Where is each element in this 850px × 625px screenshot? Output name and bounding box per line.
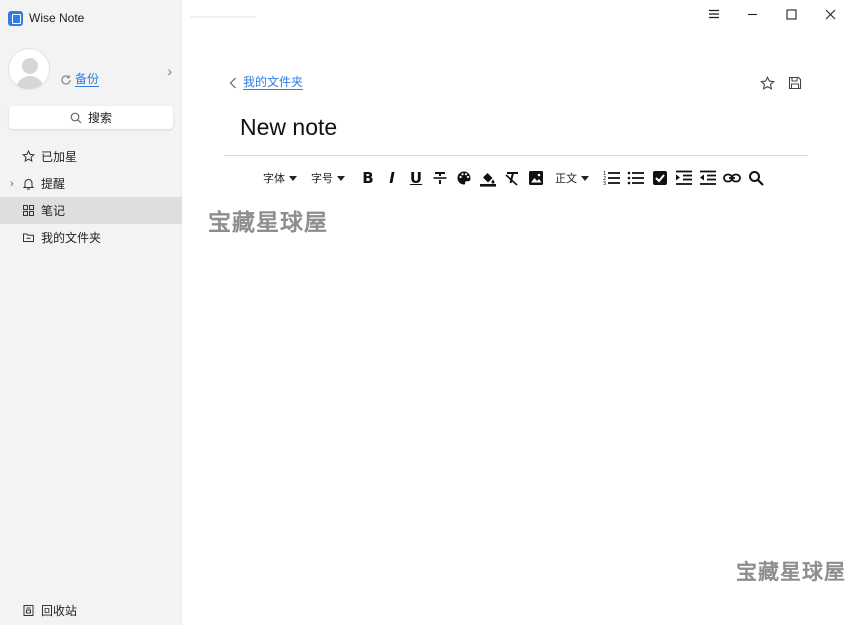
image-icon <box>529 171 543 185</box>
back-to-folders-link[interactable]: 我的文件夹 <box>229 75 304 90</box>
sidebar-nav: 已加星 › 提醒 笔记 我的文件夹 <box>0 143 182 251</box>
app-logo-icon <box>8 10 23 26</box>
sidebar-item-label: 已加星 <box>41 150 78 164</box>
maximize-icon <box>786 8 797 20</box>
bell-icon <box>22 177 35 190</box>
sidebar: Wise Note 备份 › 搜索 已加星 › 提醒 笔记 我的文件夹 回收站 <box>0 0 182 625</box>
star-icon <box>22 150 35 163</box>
underline-button[interactable]: U <box>407 169 425 187</box>
bold-button[interactable]: B <box>359 169 377 187</box>
minimize-button[interactable] <box>733 0 772 28</box>
svg-text:3: 3 <box>603 181 606 186</box>
sidebar-item-folders[interactable]: 我的文件夹 <box>0 224 182 251</box>
font-family-dropdown[interactable]: 字体 <box>263 170 297 186</box>
font-size-label: 字号 <box>311 173 333 185</box>
star-icon <box>759 75 775 90</box>
search-icon <box>749 171 764 186</box>
tab-strip <box>190 16 256 18</box>
backup-link[interactable]: 备份 <box>60 72 100 87</box>
sidebar-item-starred[interactable]: 已加星 <box>0 143 182 170</box>
checkbox-icon <box>653 171 667 185</box>
palette-icon <box>457 171 471 185</box>
trash-label: 回收站 <box>41 604 78 618</box>
title-divider <box>224 155 808 156</box>
dropdown-arrow-icon <box>581 175 589 181</box>
close-icon <box>825 9 836 19</box>
minimize-icon <box>748 13 757 15</box>
maximize-button[interactable] <box>772 0 811 28</box>
note-title-input[interactable] <box>240 114 800 141</box>
clear-format-icon <box>505 172 518 186</box>
text-color-button[interactable] <box>455 169 473 187</box>
search-label: 搜索 <box>87 111 112 125</box>
sidebar-item-label: 笔记 <box>41 204 66 218</box>
grid-icon <box>22 204 35 217</box>
trash-icon <box>22 604 35 617</box>
menu-button[interactable] <box>694 0 733 28</box>
note-actions <box>758 74 804 92</box>
find-button[interactable] <box>747 169 765 187</box>
indent-icon <box>676 170 692 185</box>
indent-button[interactable] <box>675 169 693 187</box>
avatar[interactable] <box>8 48 50 90</box>
outdent-button[interactable] <box>699 169 717 187</box>
insert-link-button[interactable] <box>723 169 741 187</box>
sidebar-item-label: 提醒 <box>41 177 66 191</box>
back-link-label[interactable]: 我的文件夹 <box>243 75 304 90</box>
window-controls <box>694 0 850 28</box>
profile-section[interactable]: 备份 › <box>8 48 176 94</box>
sidebar-item-trash[interactable]: 回收站 <box>22 602 77 619</box>
bullet-list-icon <box>627 171 644 185</box>
dropdown-arrow-icon <box>337 175 345 181</box>
link-icon <box>723 173 741 183</box>
hamburger-icon <box>708 9 719 19</box>
numbered-list-icon: 123 <box>603 171 620 186</box>
editor-toolbar: 字体 字号 B I U 正文 123 <box>263 168 771 188</box>
dropdown-arrow-icon <box>289 175 297 181</box>
sidebar-item-reminders[interactable]: › 提醒 <box>0 170 182 197</box>
chevron-right-icon[interactable]: › <box>10 178 14 190</box>
paragraph-style-dropdown[interactable]: 正文 <box>555 170 589 186</box>
strikethrough-button[interactable] <box>431 169 449 187</box>
chevron-left-icon <box>229 77 236 88</box>
save-note-button[interactable] <box>786 74 804 92</box>
numbered-list-button[interactable]: 123 <box>603 169 621 187</box>
insert-image-button[interactable] <box>527 169 545 187</box>
chevron-right-icon[interactable]: › <box>167 63 172 79</box>
close-button[interactable] <box>811 0 850 28</box>
search-icon <box>70 112 82 123</box>
bullet-list-button[interactable] <box>627 169 645 187</box>
search-button[interactable]: 搜索 <box>9 106 173 129</box>
font-family-label: 字体 <box>263 173 285 185</box>
outdent-icon <box>700 170 716 185</box>
watermark-text: 宝藏星球屋 <box>736 560 846 584</box>
save-icon <box>788 76 802 90</box>
italic-button[interactable]: I <box>383 169 401 187</box>
backup-label[interactable]: 备份 <box>75 72 100 87</box>
star-note-button[interactable] <box>758 74 776 92</box>
paragraph-style-label: 正文 <box>555 173 577 185</box>
watermark-text: 宝藏星球屋 <box>208 210 328 236</box>
clear-format-button[interactable] <box>503 169 521 187</box>
app-title-bar: Wise Note <box>8 9 84 27</box>
fill-bucket-icon <box>480 173 496 187</box>
font-size-dropdown[interactable]: 字号 <box>311 170 345 186</box>
highlight-color-button[interactable] <box>479 169 497 187</box>
folder-icon <box>22 231 35 244</box>
sidebar-item-label: 我的文件夹 <box>41 231 102 245</box>
sync-icon <box>61 74 71 85</box>
checklist-button[interactable] <box>651 169 669 187</box>
app-title: Wise Note <box>29 11 85 25</box>
sidebar-item-notes[interactable]: 笔记 <box>0 197 182 224</box>
strikethrough-icon <box>433 172 447 184</box>
